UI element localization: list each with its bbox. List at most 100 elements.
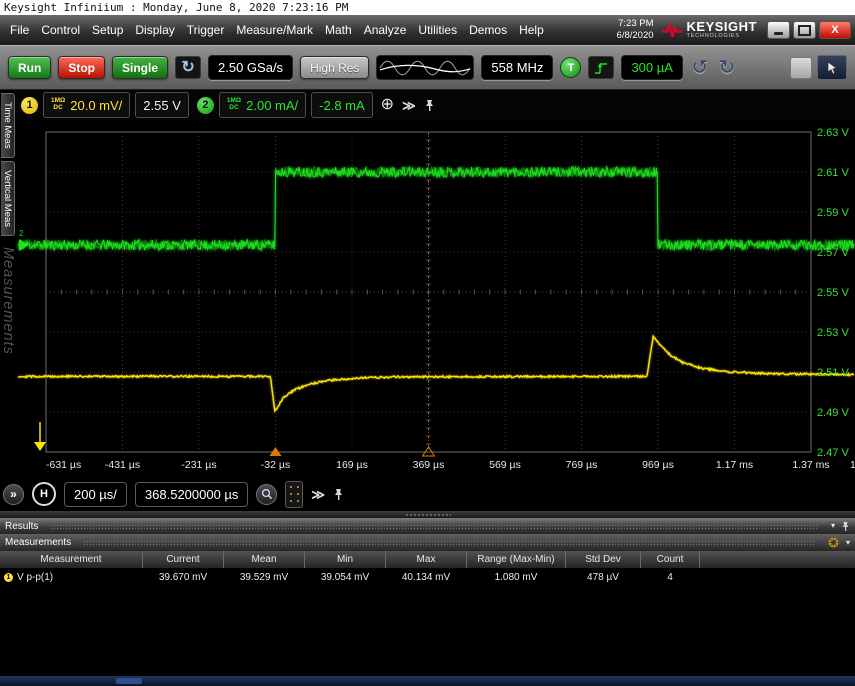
menu-item-setup[interactable]: Setup xyxy=(86,15,129,45)
single-button[interactable]: Single xyxy=(112,56,168,79)
measurement-value: 478 µV xyxy=(566,569,641,587)
redo-button[interactable]: ↻ xyxy=(717,58,737,78)
menu-item-demos[interactable]: Demos xyxy=(463,15,513,45)
content-area: Time MeasVertical Meas Measurements 1 1M… xyxy=(0,90,855,477)
zoom-button[interactable] xyxy=(256,484,277,505)
scope-main: 1 1MΩ DC 20.0 mV/ 2.55 V 2 xyxy=(16,90,855,477)
column-header-std-dev: Std Dev xyxy=(566,551,641,569)
channel-2-button[interactable]: 2 xyxy=(197,97,214,114)
channel2-trace-layer2 xyxy=(18,167,854,250)
results-panel-header[interactable]: Results ▾ xyxy=(0,518,855,534)
bandwidth-preview[interactable] xyxy=(376,55,474,80)
x-axis-label: -431 µs xyxy=(105,459,140,471)
menu-item-display[interactable]: Display xyxy=(129,15,180,45)
channel-2-offset: -2.8 mA xyxy=(319,98,365,113)
acquisition-mode-button[interactable]: High Res xyxy=(300,56,369,79)
x-axis-label: 169 µs xyxy=(336,459,368,471)
collapse-arrow-icon[interactable]: ▾ xyxy=(831,522,835,530)
measurement-value: 39.670 mV xyxy=(143,569,224,587)
measurement-value: 40.134 mV xyxy=(386,569,467,587)
measurement-value: 1.080 mV xyxy=(467,569,566,587)
menu-item-utilities[interactable]: Utilities xyxy=(412,15,463,45)
undo-button[interactable]: ↺ xyxy=(690,58,710,78)
horizontal-position-field[interactable]: 368.5200000 µs xyxy=(135,482,249,507)
keysight-logo: KEYSIGHT TECHNOLOGIES xyxy=(661,20,757,40)
more-horizontal-button[interactable]: ≫ xyxy=(311,488,325,501)
brand-name: KEYSIGHT xyxy=(687,20,757,33)
source-badge: 1 xyxy=(4,573,13,582)
magnifier-icon xyxy=(261,488,273,500)
dotted-texture xyxy=(83,540,815,545)
scope-canvas: 22.63 V2.61 V2.59 V2.57 V2.55 V2.53 V2.5… xyxy=(16,120,855,477)
channel-1-button[interactable]: 1 xyxy=(21,97,38,114)
sidebar-tab-vertical-meas[interactable]: Vertical Meas xyxy=(1,161,15,236)
gear-icon[interactable] xyxy=(827,536,840,549)
channel-2-coupling-mode: DC xyxy=(227,105,241,112)
more-channels-button[interactable]: ≫ xyxy=(402,99,416,112)
x-axis-label: -231 µs xyxy=(181,459,216,471)
taskbar-item[interactable] xyxy=(116,678,142,684)
collapse-arrow-icon[interactable]: ▾ xyxy=(846,539,850,547)
sample-rate-field[interactable]: 2.50 GSa/s xyxy=(208,55,293,80)
channel-2-offset-field[interactable]: -2.8 mA xyxy=(311,92,373,118)
y-axis-label: 2.49 V xyxy=(817,407,849,419)
window-title: Keysight Infiniium : Monday, June 8, 202… xyxy=(0,0,855,15)
mouse-pointer-button[interactable] xyxy=(817,55,847,80)
trigger-source-icon[interactable]: T xyxy=(560,57,581,78)
channel-2-scale-field[interactable]: 1MΩ DC 2.00 mA/ xyxy=(219,92,306,118)
measurements-panel-header[interactable]: Measurements ▾ xyxy=(0,534,855,551)
y-axis-label: 2.51 V xyxy=(817,367,849,379)
measurement-value-filler xyxy=(700,569,855,587)
column-header-max: Max xyxy=(386,551,467,569)
drag-handle[interactable] xyxy=(285,481,303,508)
minimize-button[interactable] xyxy=(767,21,790,39)
menu-item-math[interactable]: Math xyxy=(319,15,358,45)
panel-splitter[interactable] xyxy=(0,511,855,518)
channel-1-offset-field[interactable]: 2.55 V xyxy=(135,92,189,118)
y-axis-label: 2.59 V xyxy=(817,207,849,219)
channel-2-level-marker[interactable] xyxy=(19,239,29,251)
clear-display-button[interactable]: ↻ xyxy=(175,56,201,79)
bandwidth-field[interactable]: 558 MHz xyxy=(481,55,553,80)
menu-item-trigger[interactable]: Trigger xyxy=(181,15,231,45)
expand-panel-button[interactable]: » xyxy=(3,484,24,505)
touch-mode-button[interactable] xyxy=(790,57,812,79)
waveform-display[interactable]: 22.63 V2.61 V2.59 V2.57 V2.55 V2.53 V2.5… xyxy=(16,120,855,477)
column-header-filler xyxy=(700,551,855,569)
horizontal-bar: » H 200 µs/ 368.5200000 µs ≫ xyxy=(0,477,855,511)
add-waveform-button[interactable]: ⊕ xyxy=(381,97,394,113)
menu-item-analyze[interactable]: Analyze xyxy=(358,15,413,45)
pin-icon[interactable] xyxy=(333,488,344,501)
pin-icon[interactable] xyxy=(841,521,850,532)
measurement-row[interactable]: 1V p-p(1) 39.670 mV39.529 mV39.054 mV40.… xyxy=(0,569,855,587)
trigger-level-field[interactable]: 300 µA xyxy=(621,55,682,80)
x-axis-label: 969 µs xyxy=(642,459,674,471)
menu-item-measure-mark[interactable]: Measure/Mark xyxy=(230,15,319,45)
x-axis-label: 369 µs xyxy=(413,459,445,471)
x-axis-label: -32 µs xyxy=(261,459,290,471)
column-header-min: Min xyxy=(305,551,386,569)
y-axis-label: 2.57 V xyxy=(817,247,849,259)
timebase-scale-field[interactable]: 200 µs/ xyxy=(64,482,127,507)
restore-button[interactable] xyxy=(793,21,816,39)
measurements-table-wrap: MeasurementCurrentMeanMinMaxRange (Max-M… xyxy=(0,551,855,586)
trigger-edge-button[interactable] xyxy=(588,56,614,79)
pin-icon[interactable] xyxy=(424,99,435,112)
channel2-trace xyxy=(18,167,854,250)
measurement-value: 39.054 mV xyxy=(305,569,386,587)
splitter-grip[interactable] xyxy=(405,513,451,517)
menu-item-control[interactable]: Control xyxy=(35,15,86,45)
dotted-texture xyxy=(50,524,819,529)
close-button[interactable]: X xyxy=(819,21,851,39)
x-axis-label: 1.37 ms xyxy=(792,459,829,471)
run-button[interactable]: Run xyxy=(8,56,51,79)
column-header-measurement: Measurement xyxy=(0,551,143,569)
stop-button[interactable]: Stop xyxy=(58,56,105,79)
column-header-range-max-min: Range (Max-Min) xyxy=(467,551,566,569)
menu-item-help[interactable]: Help xyxy=(513,15,550,45)
horizontal-icon[interactable]: H xyxy=(32,482,56,506)
sidebar-tab-time-meas[interactable]: Time Meas xyxy=(1,93,15,158)
menu-item-file[interactable]: File xyxy=(4,15,35,45)
channel-1-scale-field[interactable]: 1MΩ DC 20.0 mV/ xyxy=(43,92,130,118)
channel-1-ground-arrow-icon[interactable] xyxy=(34,442,46,451)
